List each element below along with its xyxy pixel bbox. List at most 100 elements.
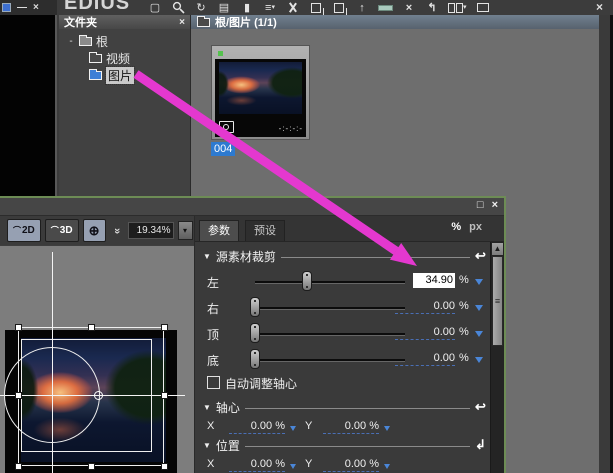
unit-pixel-button[interactable]: px	[469, 221, 482, 233]
tree-item-label-selected[interactable]: 图片	[106, 67, 134, 84]
close-icon[interactable]: ×	[492, 199, 498, 211]
value-dropdown-icon[interactable]	[475, 331, 483, 337]
single-view-icon[interactable]	[476, 0, 490, 15]
target-icon: ⊕	[89, 223, 100, 239]
handle-mid-right[interactable]	[161, 392, 168, 399]
bin-path-title: 根/图片 (1/1)	[215, 14, 277, 30]
crop-left-value-input[interactable]: 34.90	[413, 273, 455, 288]
close-icon[interactable]: ×	[179, 17, 185, 28]
handle-mid-left[interactable]	[15, 392, 22, 399]
section-anchor[interactable]: ▼ 轴心	[203, 400, 470, 415]
grip-icon: ≡	[493, 296, 502, 306]
anchor-x-value[interactable]: 0.00 %	[229, 420, 285, 434]
collapse-icon[interactable]: ▼	[203, 403, 211, 412]
more-tools-icon[interactable]: »	[111, 224, 123, 238]
zoom-dropdown-icon[interactable]: ▾	[178, 221, 193, 240]
crop-right-slider-track[interactable]	[255, 307, 405, 310]
preview-monitor-window	[0, 15, 57, 198]
value-dropdown-icon[interactable]	[290, 464, 296, 469]
scroll-up-icon[interactable]: ▲	[492, 243, 503, 255]
reset-icon[interactable]: ↩	[473, 400, 488, 414]
value-dropdown-icon[interactable]	[475, 279, 483, 285]
history-icon[interactable]: ↻	[194, 0, 208, 15]
collapse-icon[interactable]: ▼	[203, 441, 211, 450]
section-source-crop[interactable]: ▼ 源素材裁剪	[203, 249, 470, 264]
expander-icon[interactable]: -	[67, 36, 75, 47]
unit-percent-button[interactable]: %	[451, 221, 461, 233]
zoom-level-field[interactable]: 19.34%	[128, 222, 174, 239]
tree-item-root[interactable]: - 根	[67, 33, 190, 50]
crop-row-right: 右 0.00 %	[195, 296, 491, 320]
crop-right-value[interactable]: 0.00	[395, 299, 455, 314]
rotation-handle[interactable]	[94, 391, 103, 400]
position-xy-row: X 0.00 % Y 0.00 %	[195, 456, 491, 473]
minimize-icon[interactable]: —	[17, 3, 27, 13]
save-icon[interactable]: ▤	[217, 0, 231, 15]
handle-top-right[interactable]	[161, 324, 168, 331]
crop-bottom-slider-thumb[interactable]	[250, 349, 260, 369]
tree-item-video[interactable]: 视频	[67, 50, 190, 67]
add-to-timeline-icon[interactable]	[378, 0, 393, 15]
handle-top-center[interactable]	[88, 324, 95, 331]
section-position[interactable]: ▼ 位置	[203, 438, 470, 453]
folder-icon	[197, 18, 210, 27]
value-dropdown-icon[interactable]	[290, 426, 296, 431]
value-dropdown-icon[interactable]	[475, 305, 483, 311]
handle-bottom-right[interactable]	[161, 463, 168, 470]
paste-icon[interactable]	[332, 0, 346, 15]
clip-name-label[interactable]: 004	[211, 142, 235, 156]
reset-icon[interactable]: ↩	[473, 249, 488, 263]
anchor-y-value[interactable]: 0.00 %	[323, 420, 379, 434]
handle-bottom-center[interactable]	[88, 463, 95, 470]
reset-corner-icon[interactable]: ↲	[473, 438, 488, 452]
cut-icon[interactable]	[286, 0, 300, 15]
auto-anchor-checkbox[interactable]	[207, 376, 220, 389]
list-icon[interactable]: ≡▾	[263, 0, 277, 15]
value-dropdown-icon[interactable]	[384, 426, 390, 431]
dual-view-icon[interactable]: ▾	[448, 0, 467, 15]
crop-left-slider-thumb[interactable]	[302, 271, 312, 291]
anchor-target-button[interactable]: ⊕	[83, 219, 106, 242]
value-dropdown-icon[interactable]	[384, 464, 390, 469]
mode-3d-button[interactable]: ⌒3D	[45, 219, 79, 242]
clip-thumbnail[interactable]: -:-:-:-	[211, 45, 310, 140]
crop-right-slider-thumb[interactable]	[250, 297, 260, 317]
crop-bottom-slider-track[interactable]	[255, 359, 405, 362]
layout-canvas[interactable]	[0, 246, 194, 473]
capture-icon[interactable]: ▮	[240, 0, 254, 15]
tree-item-picture[interactable]: 图片	[67, 67, 190, 84]
folder-tree: - 根 视频 图片	[59, 29, 190, 84]
position-y-value[interactable]: 0.00 %	[323, 458, 379, 472]
value-dropdown-icon[interactable]	[475, 357, 483, 363]
crop-left-slider-track[interactable]	[255, 281, 405, 284]
delete-icon[interactable]: ×	[402, 0, 416, 15]
search-icon[interactable]	[171, 0, 185, 15]
collapse-icon[interactable]: ▼	[203, 252, 211, 261]
bin-scrollbar[interactable]	[599, 15, 613, 473]
crop-bottom-value[interactable]: 0.00	[395, 351, 455, 366]
tree-item-label[interactable]: 视频	[106, 50, 130, 67]
tree-item-label[interactable]: 根	[96, 33, 108, 50]
position-x-value[interactable]: 0.00 %	[229, 458, 285, 472]
parameters-scrollbar[interactable]: ▲ ≡	[490, 242, 504, 473]
copy-icon[interactable]	[309, 0, 323, 15]
mode-2d-button[interactable]: ⌒2D	[7, 219, 41, 242]
maximize-icon[interactable]: □	[477, 199, 484, 211]
layouter-titlebar[interactable]: □ ×	[0, 198, 504, 216]
scrollbar-thumb[interactable]: ≡	[492, 256, 503, 346]
close-icon[interactable]: ×	[33, 3, 39, 13]
undo-icon[interactable]: ↰	[425, 0, 439, 15]
crop-top-value[interactable]: 0.00	[395, 325, 455, 340]
tab-presets[interactable]: 预设	[245, 220, 285, 241]
move-up-icon[interactable]: ↑	[355, 0, 369, 15]
handle-top-left[interactable]	[15, 324, 22, 331]
parameters-panel: 参数 预设 %px ▼ 源素材裁剪 ↩ 左 34.90 %	[194, 216, 504, 473]
crop-top-slider-track[interactable]	[255, 333, 405, 336]
handle-bottom-left[interactable]	[15, 463, 22, 470]
crop-top-slider-thumb[interactable]	[250, 323, 260, 343]
close-icon[interactable]: ×	[596, 0, 603, 14]
new-bin-icon[interactable]: ▢	[148, 0, 162, 15]
dropdown-icon: ▾	[271, 2, 275, 14]
app-title: EDIUS	[64, 0, 130, 15]
tab-parameters[interactable]: 参数	[199, 220, 239, 241]
